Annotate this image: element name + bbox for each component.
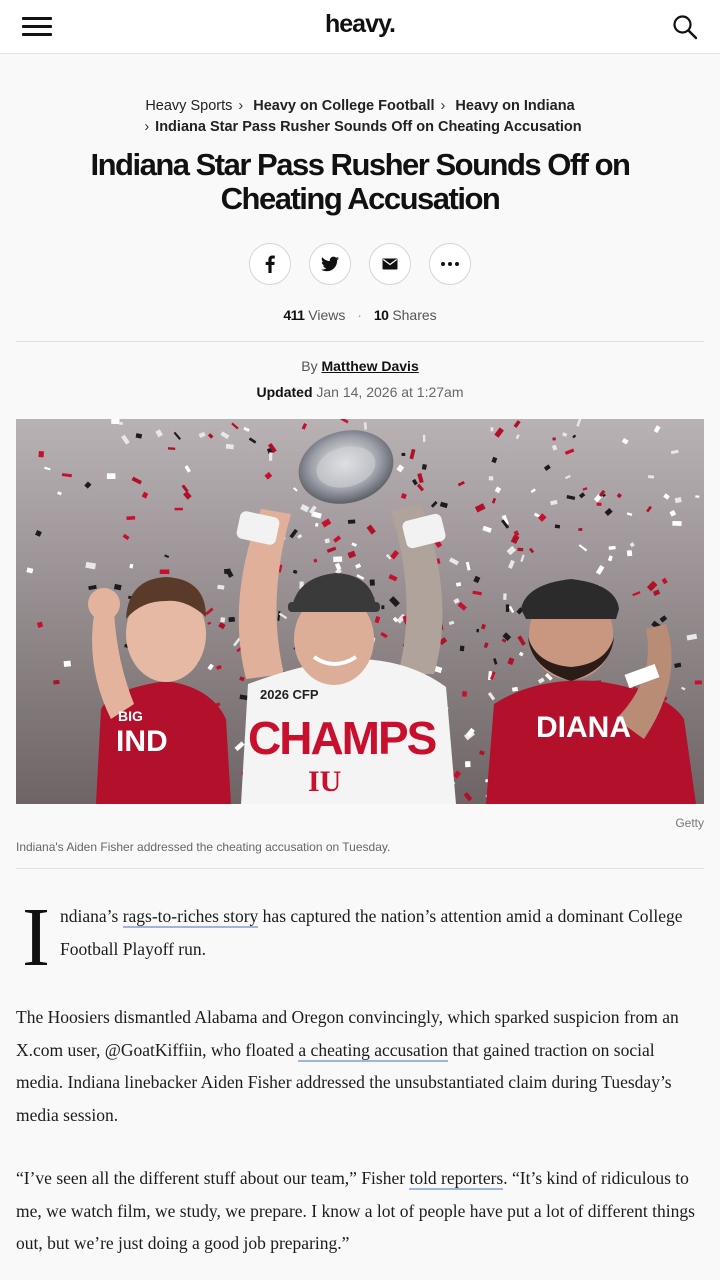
dropcap-letter: I	[22, 891, 50, 984]
views-label: Views	[308, 307, 346, 323]
byline: By Matthew Davis	[0, 358, 720, 374]
left-jersey-text: IND	[116, 725, 168, 758]
paragraph-2: The Hoosiers dismantled Alabama and Oreg…	[16, 1001, 704, 1131]
search-icon[interactable]	[672, 14, 698, 40]
divider	[16, 341, 704, 342]
image-credit: Getty	[675, 816, 704, 830]
chevron-right-icon: ›	[238, 98, 244, 114]
twitter-share-button[interactable]	[309, 243, 351, 285]
twitter-icon	[321, 256, 339, 272]
rags-to-riches-link[interactable]: rags-to-riches story	[122, 906, 259, 928]
facebook-share-button[interactable]	[249, 243, 291, 285]
paragraph-text: ndiana’s	[60, 906, 123, 926]
more-icon	[441, 262, 459, 266]
breadcrumb-college-football[interactable]: Heavy on College Football	[253, 98, 434, 114]
shares-label: Shares	[392, 307, 437, 323]
updated-timestamp: Updated Jan 14, 2026 at 1:27am	[0, 384, 720, 400]
facebook-icon	[265, 255, 275, 273]
chevron-right-icon: ›	[144, 119, 150, 135]
divider	[16, 868, 704, 869]
celebration-photo: IND BIG DIANA 2026 CFP CHAMPS IU	[16, 419, 704, 804]
breadcrumb: Heavy Sports › Heavy on College Football ›…	[40, 96, 680, 138]
author-link[interactable]: Matthew Davis	[321, 358, 418, 374]
shirt-logo-text: IU	[308, 765, 341, 798]
article-stats: 411 Views · 10 Shares	[283, 307, 437, 323]
paragraph-3: “I’ve seen all the different stuff about…	[16, 1162, 704, 1260]
article-headline: Indiana Star Pass Rusher Sounds Off on C…	[90, 147, 632, 216]
right-jersey-text: DIANA	[536, 711, 631, 744]
breadcrumb-heavy-sports[interactable]: Heavy Sports	[145, 98, 232, 114]
told-reporters-link[interactable]: told reporters	[409, 1168, 504, 1190]
image-caption: Indiana's Aiden Fisher addressed the che…	[16, 840, 391, 854]
top-navigation-bar: heavy.	[0, 0, 720, 54]
shares-count: 10	[373, 307, 389, 323]
breadcrumb-heavy-on-indiana[interactable]: Heavy on Indiana	[455, 98, 574, 114]
updated-date: Jan 14, 2026 at 1:27am	[316, 384, 464, 400]
email-share-button[interactable]	[369, 243, 411, 285]
left-jersey-brand: BIG	[118, 708, 143, 724]
hero-image[interactable]: IND BIG DIANA 2026 CFP CHAMPS IU	[16, 419, 704, 804]
email-icon	[382, 258, 398, 270]
more-share-options-button[interactable]	[429, 243, 471, 285]
share-buttons	[0, 243, 720, 287]
by-label: By	[301, 358, 318, 374]
cheating-accusation-link[interactable]: a cheating accusation	[298, 1039, 449, 1062]
shirt-main-text: CHAMPS	[248, 712, 436, 764]
views-count: 411	[283, 307, 305, 323]
chevron-right-icon: ›	[440, 98, 446, 114]
shirt-top-text: 2026 CFP	[260, 687, 319, 702]
paragraph-text: “I’ve seen all the different stuff about…	[16, 1168, 410, 1188]
breadcrumb-current-article[interactable]: Indiana Star Pass Rusher Sounds Off on C…	[155, 119, 581, 135]
updated-label: Updated	[256, 384, 313, 400]
site-logo[interactable]: heavy.	[0, 10, 720, 39]
